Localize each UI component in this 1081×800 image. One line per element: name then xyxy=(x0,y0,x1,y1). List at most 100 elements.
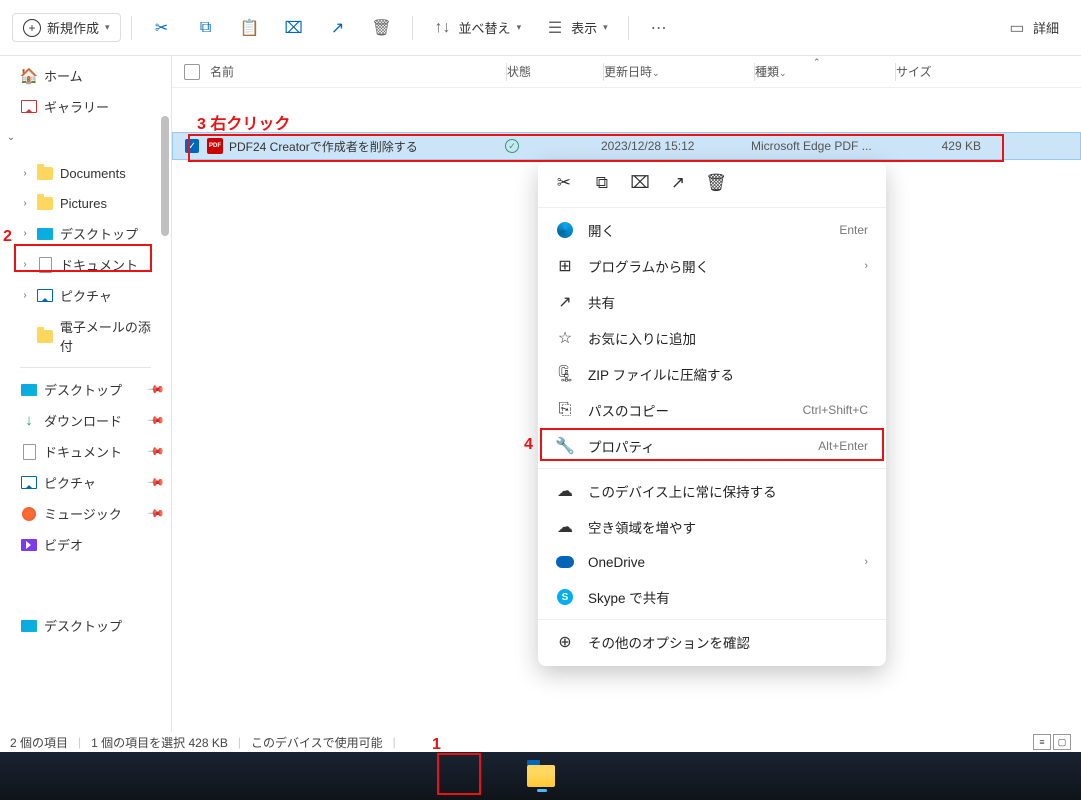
delete-button[interactable]: 🗑 xyxy=(362,12,402,44)
nav-desktop[interactable]: › デスクトップ xyxy=(0,218,171,249)
column-size[interactable]: サイズ xyxy=(896,63,996,80)
chevron-right-icon[interactable]: › xyxy=(18,259,32,270)
context-menu: ✂ ⧉ ⌧ ↗ 🗑 開く Enter ⊞ プログラムから開く › ↗ 共有 ☆ … xyxy=(538,161,886,666)
chevron-down-icon: ⌄ xyxy=(779,68,787,78)
taskbar-explorer[interactable] xyxy=(522,757,560,795)
home-icon: 🏠 xyxy=(20,67,38,85)
ctx-properties[interactable]: 🔧 プロパティ Alt+Enter xyxy=(538,428,886,464)
copy-icon[interactable]: ⧉ xyxy=(592,173,612,193)
cloud-icon: ☁ xyxy=(556,518,574,536)
details-icon: ▭ xyxy=(1007,18,1027,38)
file-name: PDF24 Creatorで作成者を削除する xyxy=(229,138,505,155)
chevron-right-icon: › xyxy=(864,260,868,272)
nav-email-attach[interactable]: 電子メールの添付 xyxy=(0,311,171,361)
chevron-right-icon[interactable]: › xyxy=(18,198,32,209)
view-details-button[interactable]: ≡ xyxy=(1033,734,1051,750)
ctx-open[interactable]: 開く Enter xyxy=(538,212,886,248)
more-button[interactable]: ⋯ xyxy=(639,12,679,44)
ctx-more[interactable]: ⊕ その他のオプションを確認 xyxy=(538,624,886,660)
nav-downloads-pin[interactable]: ダウンロード 📌 xyxy=(0,405,171,436)
nav-pictures-jp[interactable]: › ピクチャ xyxy=(0,280,171,311)
chevron-down-icon[interactable]: ⌄ xyxy=(4,132,18,143)
share-button[interactable]: ↗ xyxy=(318,12,358,44)
ctx-favorite[interactable]: ☆ お気に入りに追加 xyxy=(538,320,886,356)
new-button[interactable]: + 新規作成 ▾ xyxy=(12,13,121,42)
copy-button[interactable]: ⧉ xyxy=(186,12,226,44)
more-icon: ⊕ xyxy=(556,633,574,651)
chevron-down-icon: ▾ xyxy=(105,22,110,33)
plus-icon: + xyxy=(23,19,41,37)
ellipsis-icon: ⋯ xyxy=(649,18,669,38)
sidebar: 🏠 ホーム ギャラリー ⌄ › Documents › Pictures › デ… xyxy=(0,56,172,732)
column-date[interactable]: 更新日時⌄ xyxy=(604,63,754,80)
ctx-open-with[interactable]: ⊞ プログラムから開く › xyxy=(538,248,886,284)
view-button[interactable]: ☰ 表示 ▾ xyxy=(535,12,618,44)
rename-icon: ⌧ xyxy=(284,18,304,38)
column-type[interactable]: 種類⌃⌄ xyxy=(755,63,895,80)
ctx-keep-device[interactable]: ☁ このデバイス上に常に保持する xyxy=(538,473,886,509)
gallery-icon xyxy=(20,98,38,116)
nav-home[interactable]: 🏠 ホーム xyxy=(0,60,171,91)
chevron-down-icon: ⌄ xyxy=(652,68,660,78)
ctx-copy-path[interactable]: ⎘ パスのコピー Ctrl+Shift+C xyxy=(538,392,886,428)
nav-video-pin[interactable]: ビデオ xyxy=(0,529,171,560)
trash-icon: 🗑 xyxy=(372,18,392,38)
ctx-share[interactable]: ↗ 共有 xyxy=(538,284,886,320)
sidebar-scrollbar[interactable] xyxy=(157,56,171,732)
sort-button[interactable]: ↑↓ 並べ替え ▾ xyxy=(423,12,532,44)
ctx-free-space[interactable]: ☁ 空き領域を増やす xyxy=(538,509,886,545)
chevron-right-icon[interactable]: › xyxy=(18,290,32,301)
nav-pictures-pin[interactable]: ピクチャ 📌 xyxy=(0,467,171,498)
explorer-icon xyxy=(527,765,555,787)
file-row[interactable]: ✓ PDF PDF24 Creatorで作成者を削除する ✓ 2023/12/2… xyxy=(172,132,1081,160)
rename-button[interactable]: ⌧ xyxy=(274,12,314,44)
paste-button[interactable]: 📋 xyxy=(230,12,270,44)
chevron-right-icon[interactable]: › xyxy=(18,168,32,179)
trash-icon[interactable]: 🗑 xyxy=(706,173,726,193)
column-name[interactable]: 名前 xyxy=(210,63,506,80)
sort-label: 並べ替え xyxy=(459,18,511,37)
nav-documents-pin[interactable]: ドキュメント 📌 xyxy=(0,436,171,467)
file-date: 2023/12/28 15:12 xyxy=(601,139,751,153)
nav-documents-jp[interactable]: › ドキュメント xyxy=(0,249,171,280)
sort-icon: ↑↓ xyxy=(433,18,453,38)
folder-icon xyxy=(20,128,38,146)
music-icon xyxy=(20,505,38,523)
desktop-icon xyxy=(36,225,54,243)
nav-pictures[interactable]: › Pictures xyxy=(0,188,171,218)
star-icon: ☆ xyxy=(556,329,574,347)
cut-button[interactable]: ✂ xyxy=(142,12,182,44)
nav-blank[interactable]: ⌄ xyxy=(0,122,171,152)
select-all-checkbox[interactable] xyxy=(184,64,200,80)
ctx-skype[interactable]: S Skype で共有 xyxy=(538,579,886,615)
pdf-icon: PDF xyxy=(207,138,223,154)
nav-desktop-pin[interactable]: デスクトップ 📌 xyxy=(0,374,171,405)
file-size: 429 KB xyxy=(891,139,981,153)
column-header-row: 名前 状態 更新日時⌄ 種類⌃⌄ サイズ xyxy=(172,56,1081,88)
nav-gallery[interactable]: ギャラリー xyxy=(0,91,171,122)
share-icon[interactable]: ↗ xyxy=(668,173,688,193)
chevron-down-icon: ▾ xyxy=(517,22,522,33)
row-checkbox[interactable]: ✓ xyxy=(185,139,199,153)
zip-icon: 🗜 xyxy=(556,365,574,383)
taskbar xyxy=(0,752,1081,800)
desktop-icon xyxy=(20,381,38,399)
status-selected: 1 個の項目を選択 428 KB xyxy=(91,734,228,751)
video-icon xyxy=(20,536,38,554)
ctx-onedrive[interactable]: OneDrive › xyxy=(538,545,886,579)
rename-icon[interactable]: ⌧ xyxy=(630,173,650,193)
sort-indicator-icon: ⌃ xyxy=(813,57,821,68)
edge-icon xyxy=(556,221,574,239)
view-icons-button[interactable]: ▢ xyxy=(1053,734,1071,750)
cut-icon[interactable]: ✂ xyxy=(554,173,574,193)
nav-documents[interactable]: › Documents xyxy=(0,158,171,188)
chevron-right-icon[interactable]: › xyxy=(18,228,32,239)
details-button[interactable]: ▭ 詳細 xyxy=(997,12,1069,44)
folder-icon xyxy=(36,164,54,182)
onedrive-icon xyxy=(556,553,574,571)
nav-music-pin[interactable]: ミュージック 📌 xyxy=(0,498,171,529)
status-available: このデバイスで使用可能 xyxy=(251,734,383,751)
nav-desktop3[interactable]: デスクトップ xyxy=(0,610,171,641)
column-state[interactable]: 状態 xyxy=(507,63,603,80)
ctx-zip[interactable]: 🗜 ZIP ファイルに圧縮する xyxy=(538,356,886,392)
